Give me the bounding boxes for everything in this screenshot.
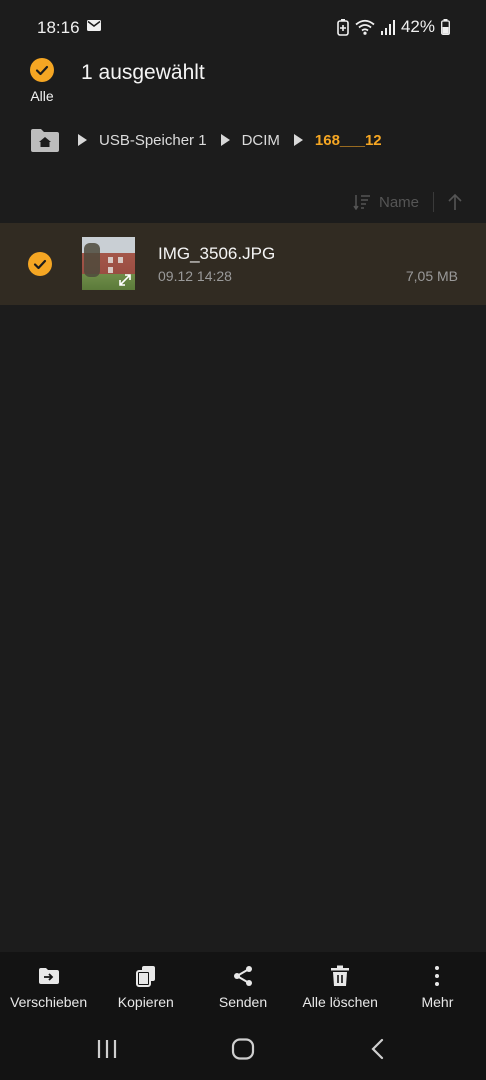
- select-all-label: Alle: [30, 88, 54, 104]
- page-title: 1 ausgewählt: [81, 61, 205, 84]
- status-time: 18:16: [37, 18, 80, 37]
- breadcrumb-item-usb[interactable]: USB-Speicher 1: [99, 132, 207, 149]
- thumbnail-window-shape: [108, 257, 113, 263]
- select-all-checkbox[interactable]: Alle: [22, 56, 62, 108]
- delete-icon: [331, 965, 350, 986]
- breadcrumb-arrow-icon: [293, 134, 303, 146]
- more-button[interactable]: Mehr: [389, 952, 486, 1018]
- thumbnail-window-shape: [118, 257, 123, 263]
- expand-icon[interactable]: [118, 273, 132, 287]
- mail-icon: [87, 20, 101, 31]
- copy-label: Kopieren: [117, 994, 174, 1010]
- file-date: 09.12 14:28: [158, 268, 232, 284]
- move-label: Verschieben: [10, 994, 88, 1010]
- delete-all-label: Alle löschen: [302, 994, 378, 1010]
- breadcrumb-item-dcim[interactable]: DCIM: [242, 132, 280, 149]
- selection-header: Alle 1 ausgewählt: [0, 56, 486, 116]
- action-bar: Verschieben Kopieren Senden Alle löschen: [0, 952, 486, 1018]
- item-checkbox[interactable]: [28, 252, 52, 276]
- sort-by-name-button[interactable]: Name: [379, 194, 419, 211]
- file-name: IMG_3506.JPG: [158, 244, 276, 263]
- thumbnail-tree-shape: [84, 243, 100, 277]
- list-item[interactable]: IMG_3506.JPG 09.12 14:28 7,05 MB: [0, 223, 486, 305]
- breadcrumb-arrow-icon: [220, 134, 230, 146]
- more-icon: [435, 966, 440, 986]
- copy-icon: [135, 966, 155, 987]
- more-label: Mehr: [421, 994, 454, 1010]
- battery-percent: 42%: [400, 17, 435, 36]
- move-icon: [38, 968, 59, 984]
- file-size: 7,05 MB: [405, 268, 458, 284]
- breadcrumb-item-current[interactable]: 168___12: [315, 132, 382, 149]
- recent-apps-icon[interactable]: [96, 1038, 118, 1060]
- sort-divider: [433, 192, 434, 212]
- wifi-icon: [355, 19, 375, 35]
- copy-button[interactable]: Kopieren: [97, 952, 194, 1018]
- delete-all-button[interactable]: Alle löschen: [292, 952, 389, 1018]
- battery-icon: [441, 19, 450, 35]
- sort-icon[interactable]: [353, 194, 371, 210]
- home-icon[interactable]: [231, 1038, 255, 1060]
- breadcrumb: USB-Speicher 1 DCIM 168___12: [30, 124, 396, 156]
- battery-saver-icon: [337, 18, 349, 36]
- home-folder-icon[interactable]: [30, 127, 60, 153]
- image-thumbnail[interactable]: [82, 237, 135, 290]
- status-icons: 42%: [337, 17, 450, 37]
- breadcrumb-arrow-icon: [78, 134, 87, 146]
- status-bar: 18:16 42%: [0, 0, 486, 56]
- sort-bar: Name: [353, 190, 462, 214]
- signal-icon: [380, 20, 395, 35]
- back-icon[interactable]: [370, 1038, 386, 1060]
- share-icon: [234, 966, 252, 986]
- share-label: Senden: [218, 994, 268, 1010]
- thumbnail-window-shape: [108, 267, 113, 273]
- move-button[interactable]: Verschieben: [0, 952, 97, 1018]
- checkmark-icon: [30, 58, 54, 82]
- system-navigation-bar: [0, 1018, 486, 1080]
- share-button[interactable]: Senden: [194, 952, 291, 1018]
- sort-direction-arrow-icon[interactable]: [448, 193, 462, 211]
